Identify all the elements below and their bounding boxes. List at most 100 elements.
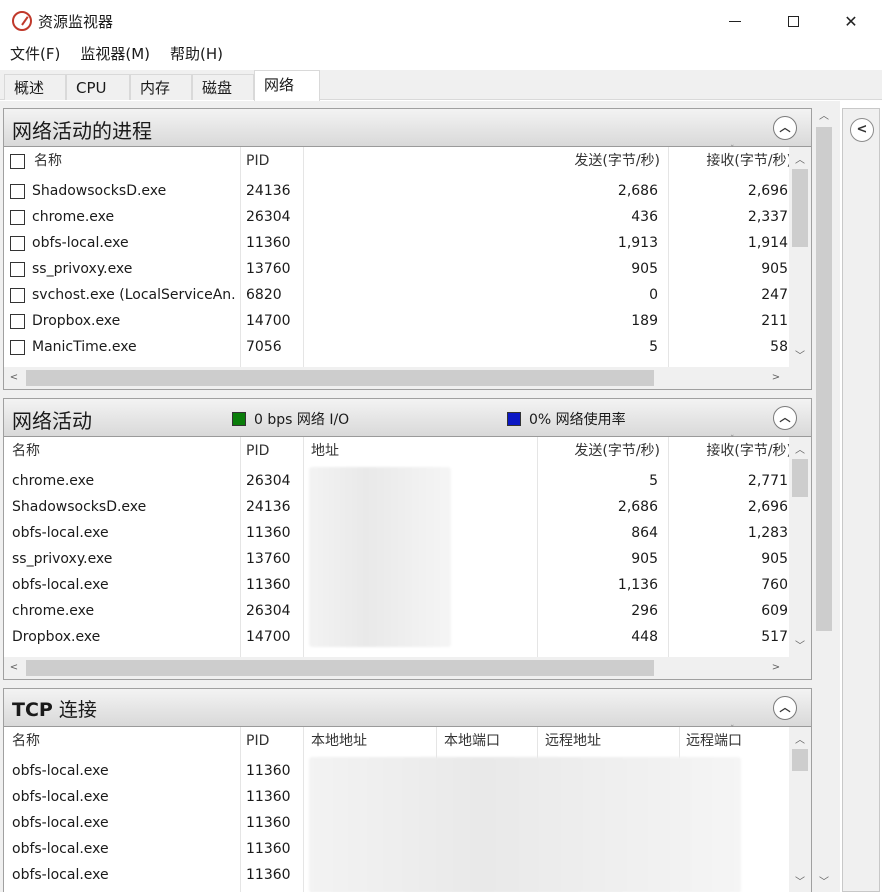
process-name: obfs-local.exe (12, 525, 109, 541)
process-pid: 6820 (246, 287, 282, 303)
process-name: ManicTime.exe (32, 339, 137, 355)
column-header-name[interactable]: 名称 (12, 437, 40, 465)
window-title: 资源监视器 (38, 13, 114, 31)
process-name: chrome.exe (12, 603, 95, 619)
column-header-send[interactable]: 发送(字节/秒) (504, 437, 660, 465)
scroll-right-icon[interactable]: > (766, 367, 786, 389)
scroll-thumb[interactable] (26, 370, 654, 386)
process-pid: 11360 (246, 841, 291, 857)
maximize-button[interactable] (764, 0, 822, 42)
chevron-up-icon: ︿ (779, 411, 791, 424)
scroll-up-icon[interactable]: ︿ (812, 107, 836, 122)
tcp-connections-section: TCP 连接 ︿ 名称 PID 本地地址 本地端口 远程地址 远程端口 ˇ ob… (3, 688, 812, 892)
scroll-up-icon[interactable]: ︿ (789, 441, 811, 456)
section-header[interactable]: TCP 连接 ︿ (4, 689, 811, 727)
network-activity-section: 网络活动 0 bps 网络 I/O 0% 网络使用率 ︿ 名称 PID 地址 发… (3, 398, 812, 680)
column-header-pid[interactable]: PID (246, 727, 269, 755)
scroll-down-icon[interactable]: ﹀ (789, 347, 811, 362)
send-value: 5 (649, 339, 658, 355)
recv-value: 2,771 (747, 473, 788, 489)
scroll-thumb[interactable] (26, 660, 654, 676)
process-pid: 26304 (246, 209, 291, 225)
tab-network[interactable]: 网络 (254, 70, 320, 101)
send-value: 0 (649, 287, 658, 303)
recv-value: 905 (761, 551, 788, 567)
minimize-button[interactable] (706, 0, 764, 42)
row-checkbox[interactable] (10, 184, 25, 199)
menu-file[interactable]: 文件(F) (0, 42, 70, 66)
column-header-name[interactable]: 名称 (12, 727, 40, 755)
recv-value: 211 (761, 313, 788, 329)
process-name: obfs-local.exe (12, 867, 109, 883)
scroll-thumb[interactable] (792, 169, 808, 247)
horizontal-scrollbar[interactable]: < > (4, 367, 789, 389)
row-checkbox[interactable] (10, 236, 25, 251)
chevron-up-icon: ︿ (779, 121, 791, 134)
title-bar: 资源监视器 ✕ (0, 0, 882, 42)
row-checkbox[interactable] (10, 210, 25, 225)
menu-help[interactable]: 帮助(H) (160, 42, 233, 66)
recv-value: 609 (761, 603, 788, 619)
tab-overview[interactable]: 概述 (4, 74, 66, 100)
tab-bar: 概述 CPU 内存 磁盘 网络 (0, 70, 882, 101)
section-header[interactable]: 网络活动的进程 ︿ (4, 109, 811, 147)
scroll-up-icon[interactable]: ︿ (789, 151, 811, 166)
section-title: 网络活动 (12, 409, 92, 433)
column-header-address[interactable]: 地址 (311, 437, 339, 465)
menu-monitor[interactable]: 监视器(M) (70, 42, 160, 66)
scroll-down-icon[interactable]: ﹀ (789, 637, 811, 652)
scroll-up-icon[interactable]: ︿ (789, 731, 811, 746)
process-pid: 24136 (246, 183, 291, 199)
recv-value: 905 (761, 261, 788, 277)
row-checkbox[interactable] (10, 288, 25, 303)
column-header-pid[interactable]: PID (246, 147, 269, 175)
process-pid: 11360 (246, 577, 291, 593)
row-checkbox[interactable] (10, 262, 25, 277)
process-name: obfs-local.exe (32, 235, 129, 251)
vertical-scrollbar[interactable]: ︿ ﹀ (789, 437, 811, 657)
column-header-local-address[interactable]: 本地地址 (311, 727, 367, 755)
section-header[interactable]: 网络活动 0 bps 网络 I/O 0% 网络使用率 ︿ (4, 399, 811, 437)
network-processes-section: 网络活动的进程 ︿ 名称 PID 发送(字节/秒) 接收(字节/秒) ˇ Sha… (3, 108, 812, 390)
scroll-down-icon[interactable]: ﹀ (789, 873, 811, 888)
column-header-local-port[interactable]: 本地端口 (444, 727, 500, 755)
recv-value: 2,696 (747, 183, 788, 199)
vertical-scrollbar[interactable]: ︿ ﹀ (789, 147, 811, 367)
tab-disk[interactable]: 磁盘 (192, 74, 254, 100)
row-checkbox[interactable] (10, 314, 25, 329)
send-value: 905 (631, 551, 658, 567)
expand-panel-button[interactable]: < (850, 118, 874, 142)
process-pid: 13760 (246, 261, 291, 277)
tab-memory[interactable]: 内存 (130, 74, 192, 100)
chevron-left-icon: < (856, 122, 868, 137)
scroll-left-icon[interactable]: < (4, 657, 24, 679)
column-header-pid[interactable]: PID (246, 437, 269, 465)
process-name: ss_privoxy.exe (32, 261, 133, 277)
vertical-scrollbar[interactable]: ︿ ﹀ (789, 727, 811, 892)
tab-cpu[interactable]: CPU (66, 74, 130, 100)
process-pid: 24136 (246, 499, 291, 515)
process-name: obfs-local.exe (12, 789, 109, 805)
column-header-name[interactable]: 名称 (34, 147, 62, 175)
close-icon: ✕ (844, 11, 858, 31)
scroll-down-icon[interactable]: ﹀ (812, 873, 836, 888)
send-value: 436 (631, 209, 658, 225)
collapse-button[interactable]: ︿ (773, 696, 797, 720)
process-pid: 13760 (246, 551, 291, 567)
close-button[interactable]: ✕ (822, 0, 880, 42)
scroll-left-icon[interactable]: < (4, 367, 24, 389)
row-checkbox[interactable] (10, 340, 25, 355)
select-all-checkbox[interactable] (10, 154, 25, 169)
scroll-thumb[interactable] (816, 127, 832, 631)
column-header-send[interactable]: 发送(字节/秒) (504, 147, 660, 175)
collapse-button[interactable]: ︿ (773, 116, 797, 140)
scroll-thumb[interactable] (792, 459, 808, 497)
collapse-button[interactable]: ︿ (773, 406, 797, 430)
main-vertical-scrollbar[interactable]: ︿ ﹀ (812, 101, 836, 892)
send-value: 2,686 (617, 183, 658, 199)
scroll-right-icon[interactable]: > (766, 657, 786, 679)
scroll-thumb[interactable] (792, 749, 808, 771)
horizontal-scrollbar[interactable]: < > (4, 657, 789, 679)
column-header-remote-address[interactable]: 远程地址 (545, 727, 601, 755)
process-name: ShadowsocksD.exe (32, 183, 167, 199)
